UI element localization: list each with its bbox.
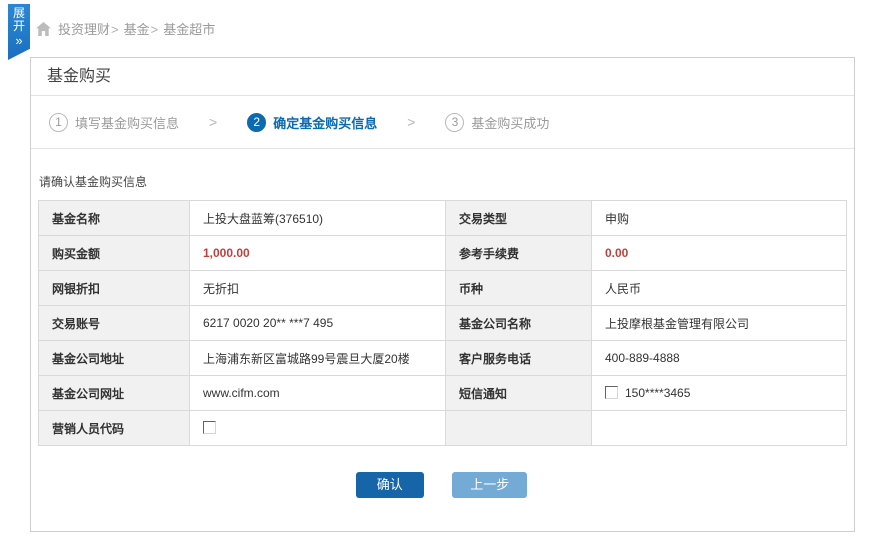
currency-label: 币种	[446, 271, 592, 306]
fund-company-website-label: 基金公司网址	[39, 376, 190, 411]
marketing-agent-code-value	[190, 411, 446, 446]
transaction-account-label: 交易账号	[39, 306, 190, 341]
fund-purchase-panel: 基金购买 1 填写基金购买信息 >2 确定基金购买信息 >3 基金购买成功 请确认基金购买…	[30, 57, 855, 532]
step-indicator: 1 填写基金购买信息 >2 确定基金购买信息 >3 基金购买成功	[31, 96, 854, 149]
step-separator-icon: >	[209, 114, 217, 130]
table-row: 营销人员代码	[39, 411, 847, 446]
sms-notification-value: 150****3465	[592, 376, 847, 411]
purchase-amount-value: 1,000.00	[190, 236, 446, 271]
step-2-number: 2	[247, 113, 266, 132]
expand-ribbon-label: 展开	[8, 7, 30, 33]
step-3: 3 基金购买成功	[445, 113, 549, 132]
empty-cell-label	[446, 411, 592, 446]
confirm-button[interactable]: 确认	[356, 472, 424, 498]
transaction-type-label: 交易类型	[446, 201, 592, 236]
fund-company-website-value: www.cifm.com	[190, 376, 446, 411]
breadcrumb-separator: >	[111, 22, 119, 37]
fund-company-name-value: 上投摩根基金管理有限公司	[592, 306, 847, 341]
breadcrumb-item-2[interactable]: 基金	[124, 22, 150, 37]
expand-ribbon[interactable]: 展开 »	[8, 4, 30, 60]
home-icon[interactable]	[36, 22, 51, 36]
step-2: 2 确定基金购买信息	[247, 113, 377, 132]
empty-cell-value	[592, 411, 847, 446]
fund-name-label: 基金名称	[39, 201, 190, 236]
transaction-account-value: 6217 0020 20** ***7 495	[190, 306, 446, 341]
table-row: 网银折扣无折扣币种人民币	[39, 271, 847, 306]
step-1: 1 填写基金购买信息	[49, 113, 179, 132]
step-2-label: 确定基金购买信息	[273, 113, 377, 132]
reference-fee-value: 0.00	[592, 236, 847, 271]
step-3-label: 基金购买成功	[471, 113, 549, 132]
breadcrumb-item-1[interactable]: 投资理财	[58, 22, 110, 37]
ebank-discount-value: 无折扣	[190, 271, 446, 306]
marketing-agent-code-checkbox[interactable]	[203, 421, 216, 434]
breadcrumb-separator: >	[151, 22, 159, 37]
fund-company-address-value: 上海浦东新区富城路99号震旦大厦20楼	[190, 341, 446, 376]
back-button[interactable]: 上一步	[452, 472, 527, 498]
ebank-discount-label: 网银折扣	[39, 271, 190, 306]
fund-company-name-label: 基金公司名称	[446, 306, 592, 341]
page-title: 基金购买	[31, 58, 854, 96]
marketing-agent-code-label: 营销人员代码	[39, 411, 190, 446]
panel-content: 请确认基金购买信息 基金名称上投大盘蓝筹(376510)交易类型申购购买金额1,…	[31, 149, 854, 498]
table-row: 基金公司网址www.cifm.com短信通知150****3465	[39, 376, 847, 411]
confirm-hint: 请确认基金购买信息	[39, 173, 845, 190]
fund-company-address-label: 基金公司地址	[39, 341, 190, 376]
customer-service-phone-label: 客户服务电话	[446, 341, 592, 376]
double-chevron-icon: »	[8, 34, 30, 47]
table-row: 交易账号6217 0020 20** ***7 495基金公司名称上投摩根基金管…	[39, 306, 847, 341]
fund-name-value: 上投大盘蓝筹(376510)	[190, 201, 446, 236]
button-row: 确认 上一步	[38, 472, 845, 498]
step-3-number: 3	[445, 113, 464, 132]
table-row: 购买金额1,000.00参考手续费0.00	[39, 236, 847, 271]
transaction-type-value: 申购	[592, 201, 847, 236]
breadcrumb-item-3[interactable]: 基金超市	[163, 22, 215, 37]
sms-notification-label: 短信通知	[446, 376, 592, 411]
table-row: 基金名称上投大盘蓝筹(376510)交易类型申购	[39, 201, 847, 236]
sms-notification-checkbox[interactable]	[605, 386, 618, 399]
table-row: 基金公司地址上海浦东新区富城路99号震旦大厦20楼客户服务电话400-889-4…	[39, 341, 847, 376]
step-1-number: 1	[49, 113, 68, 132]
breadcrumb: 投资理财>基金>基金超市	[36, 19, 215, 38]
reference-fee-label: 参考手续费	[446, 236, 592, 271]
fund-purchase-confirm-table: 基金名称上投大盘蓝筹(376510)交易类型申购购买金额1,000.00参考手续…	[38, 200, 847, 446]
step-1-label: 填写基金购买信息	[75, 113, 179, 132]
purchase-amount-label: 购买金额	[39, 236, 190, 271]
step-separator-icon: >	[407, 114, 415, 130]
currency-value: 人民币	[592, 271, 847, 306]
customer-service-phone-value: 400-889-4888	[592, 341, 847, 376]
